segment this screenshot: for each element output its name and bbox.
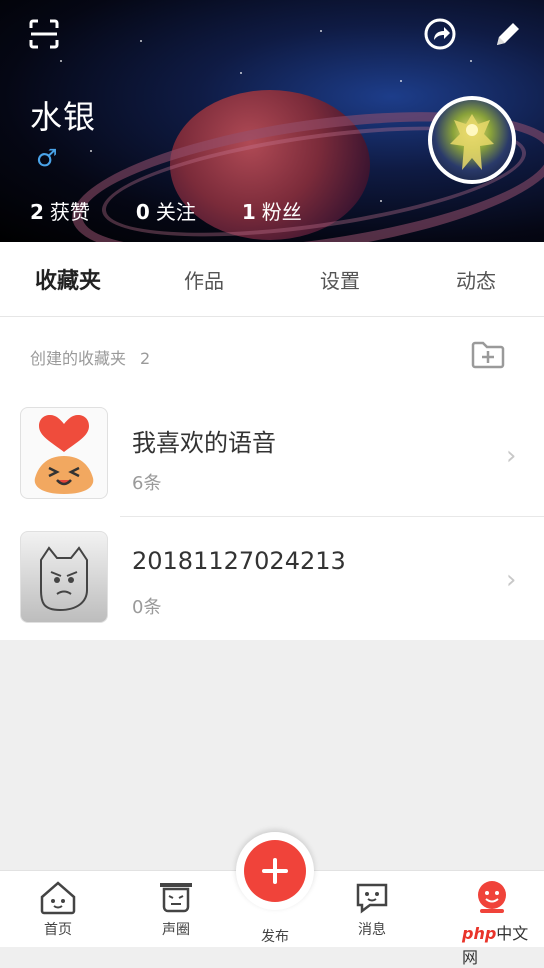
list-item[interactable]: 20181127024213 0条 › [20,516,544,640]
profile-stats: 2 获赞 0 关注 1 粉丝 [30,196,348,225]
stat-likes-label: 获赞 [49,200,90,224]
tab-favorites[interactable]: 收藏夹 [0,242,136,316]
circle-icon [160,883,192,913]
message-icon [356,883,388,914]
folder-count: 6条 [132,473,162,494]
nav-me[interactable] [452,877,532,919]
nav-home[interactable]: 首页 [18,877,98,939]
folder-thumbnail [20,407,108,499]
nav-messages[interactable]: 消息 [332,877,412,939]
me-icon [478,881,506,913]
profile-header: 水银 ♂ 2 获赞 0 关注 1 粉丝 [0,0,544,242]
tab-settings[interactable]: 设置 [272,242,408,316]
folder-thumbnail [20,531,108,623]
favorites-list: 我喜欢的语音 6条 › 20181127024213 0条 › [0,393,544,640]
stat-likes[interactable]: 2 获赞 [30,196,90,225]
list-item[interactable]: 我喜欢的语音 6条 › [0,393,544,516]
nav-messages-label: 消息 [358,922,386,938]
chevron-right-icon: › [506,565,517,595]
publish-button[interactable] [244,840,306,902]
avatar[interactable] [428,96,516,184]
stat-likes-count: 2 [30,200,44,224]
stat-fans-label: 粉丝 [261,200,302,224]
watermark-php: php [462,924,497,943]
section-count: 2 [140,349,151,368]
section-title-text: 创建的收藏夹 [30,349,127,368]
folder-title: 我喜欢的语音 [132,429,276,457]
tab-works[interactable]: 作品 [136,242,272,316]
nav-circle[interactable]: 声圈 [136,877,216,939]
add-folder-icon[interactable] [470,339,510,373]
nav-circle-label: 声圈 [162,922,190,938]
stat-following-label: 关注 [155,200,196,224]
site-watermark: php中文网 [462,920,544,968]
profile-tabs: 收藏夹 作品 设置 动态 [0,242,544,317]
profile-name: 水银 [30,98,97,136]
publish-button-container [236,832,314,910]
stat-fans-count: 1 [241,200,256,224]
folder-count: 0条 [132,597,162,618]
publish-label: 发布 [261,929,289,945]
scan-icon[interactable] [26,16,62,52]
folder-title: 20181127024213 [132,547,346,575]
plus-icon [262,858,288,884]
stat-following-count: 0 [135,200,150,224]
section-title: 创建的收藏夹 2 [30,345,150,369]
chevron-right-icon: › [506,441,517,471]
gender-male-icon: ♂ [36,144,58,172]
favorites-section-header: 创建的收藏夹 2 [0,317,544,393]
stat-following[interactable]: 0 关注 [136,196,196,225]
edit-icon[interactable] [490,16,526,52]
share-icon[interactable] [422,16,458,52]
home-icon [40,881,76,915]
stat-fans[interactable]: 1 粉丝 [242,196,302,225]
nav-home-label: 首页 [44,922,72,938]
tab-activity[interactable]: 动态 [408,242,544,316]
